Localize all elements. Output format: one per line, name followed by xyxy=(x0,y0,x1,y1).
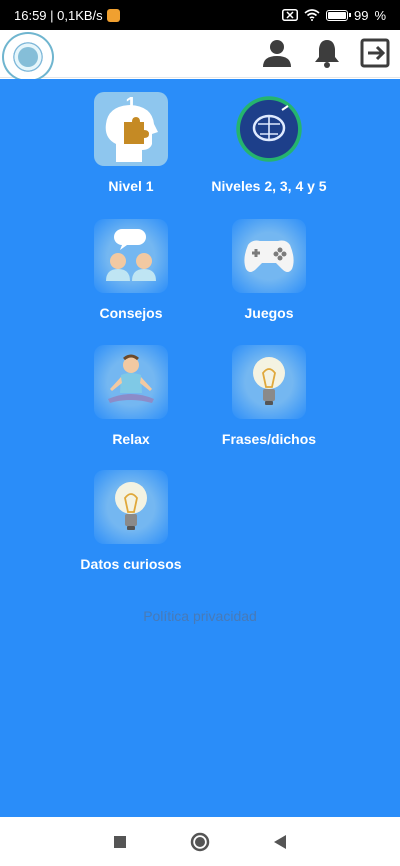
tile-juegos[interactable]: Juegos xyxy=(194,219,344,321)
tile-nivel-1[interactable]: 1 Nivel 1 xyxy=(56,92,206,194)
status-time-speed: 16:59 | 0,1KB/s xyxy=(14,7,103,23)
level-number: 1 xyxy=(125,94,137,116)
app-bar xyxy=(0,30,400,82)
wifi-icon xyxy=(304,9,320,21)
battery-icon xyxy=(325,9,351,21)
status-bar: 16:59 | 0,1KB/s 99% xyxy=(0,0,400,30)
tile-label: Niveles 2, 3, 4 y 5 xyxy=(211,178,327,194)
lightbulb-icon xyxy=(94,470,168,544)
tile-datos-curiosos[interactable]: Datos curiosos xyxy=(56,470,206,572)
home-button[interactable] xyxy=(190,832,210,852)
recent-apps-button[interactable] xyxy=(110,832,130,852)
silent-icon xyxy=(281,9,298,21)
tile-relax[interactable]: Relax xyxy=(56,345,206,447)
brain-progress-icon xyxy=(232,92,306,166)
battery-percent: 99 xyxy=(353,7,369,23)
app-logo[interactable] xyxy=(2,32,54,82)
tile-label: Juegos xyxy=(244,305,294,321)
logout-icon[interactable] xyxy=(358,36,392,70)
notification-badge-icon xyxy=(106,8,120,22)
logo-brain-icon xyxy=(18,47,38,67)
chat-people-icon xyxy=(94,219,168,293)
tile-label: Consejos xyxy=(99,305,163,321)
tile-label: Relax xyxy=(112,431,150,447)
bell-icon[interactable] xyxy=(310,36,344,70)
main-menu: 1 Nivel 1 Niveles 2, 3, 4 y 5 Consejos J… xyxy=(0,79,400,817)
tile-niveles-2-5[interactable]: Niveles 2, 3, 4 y 5 xyxy=(194,92,344,194)
tile-frases-dichos[interactable]: Frases/dichos xyxy=(194,345,344,447)
system-nav-bar xyxy=(0,817,400,866)
status-right: 99% xyxy=(281,7,386,23)
tile-label: Datos curiosos xyxy=(80,556,182,572)
back-button[interactable] xyxy=(270,832,290,852)
lightbulb-icon xyxy=(232,345,306,419)
tile-label: Frases/dichos xyxy=(221,431,317,447)
gamepad-icon xyxy=(232,219,306,293)
tile-label: Nivel 1 xyxy=(108,178,154,194)
tile-consejos[interactable]: Consejos xyxy=(56,219,206,321)
status-left: 16:59 | 0,1KB/s xyxy=(14,8,120,23)
percent-sign: % xyxy=(374,7,386,23)
profile-icon[interactable] xyxy=(260,36,294,70)
privacy-policy-link[interactable]: Política privacidad xyxy=(0,608,400,624)
head-puzzle-icon: 1 xyxy=(94,92,168,166)
meditation-icon xyxy=(94,345,168,419)
